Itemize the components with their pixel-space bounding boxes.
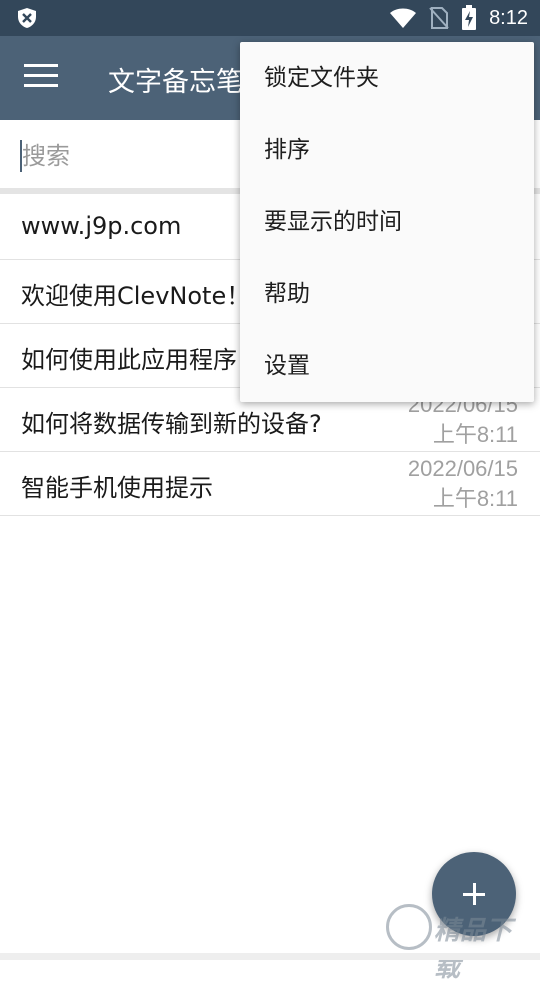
watermark-logo: 精品下载 <box>386 902 536 983</box>
note-title: 智能手机使用提示 <box>21 474 213 502</box>
menu-item-lock-folder[interactable]: 锁定文件夹 <box>240 42 534 114</box>
note-title: 如何使用此应用程序 <box>21 346 237 374</box>
status-time: 8:12 <box>489 6 528 29</box>
shield-icon <box>18 8 36 28</box>
overflow-menu: 锁定文件夹 排序 要显示的时间 帮助 设置 <box>240 42 534 402</box>
note-title: www.j9p.com <box>21 212 182 240</box>
note-title: 如何将数据传输到新的设备? <box>21 410 322 438</box>
no-sim-icon <box>429 7 449 29</box>
hamburger-menu-icon[interactable] <box>24 64 58 92</box>
menu-item-display-time[interactable]: 要显示的时间 <box>240 186 534 258</box>
menu-item-help[interactable]: 帮助 <box>240 258 534 330</box>
bottom-edge <box>0 953 540 960</box>
menu-item-settings[interactable]: 设置 <box>240 330 534 402</box>
watermark-text: 精品下载 <box>434 916 513 983</box>
note-title: 欢迎使用ClevNote！ <box>21 282 251 310</box>
status-bar: 8:12 <box>0 0 540 36</box>
note-item[interactable]: 智能手机使用提示 2022/06/15 上午8:11 <box>0 452 540 516</box>
note-time: 上午8:11 <box>432 486 518 511</box>
menu-item-sort[interactable]: 排序 <box>240 114 534 186</box>
battery-charging-icon <box>462 5 477 30</box>
note-timestamp: 2022/06/15 上午8:11 <box>408 454 518 514</box>
wifi-icon <box>390 8 417 28</box>
note-time: 上午8:11 <box>432 422 518 447</box>
note-date: 2022/06/15 <box>407 456 518 481</box>
text-cursor <box>20 140 22 172</box>
